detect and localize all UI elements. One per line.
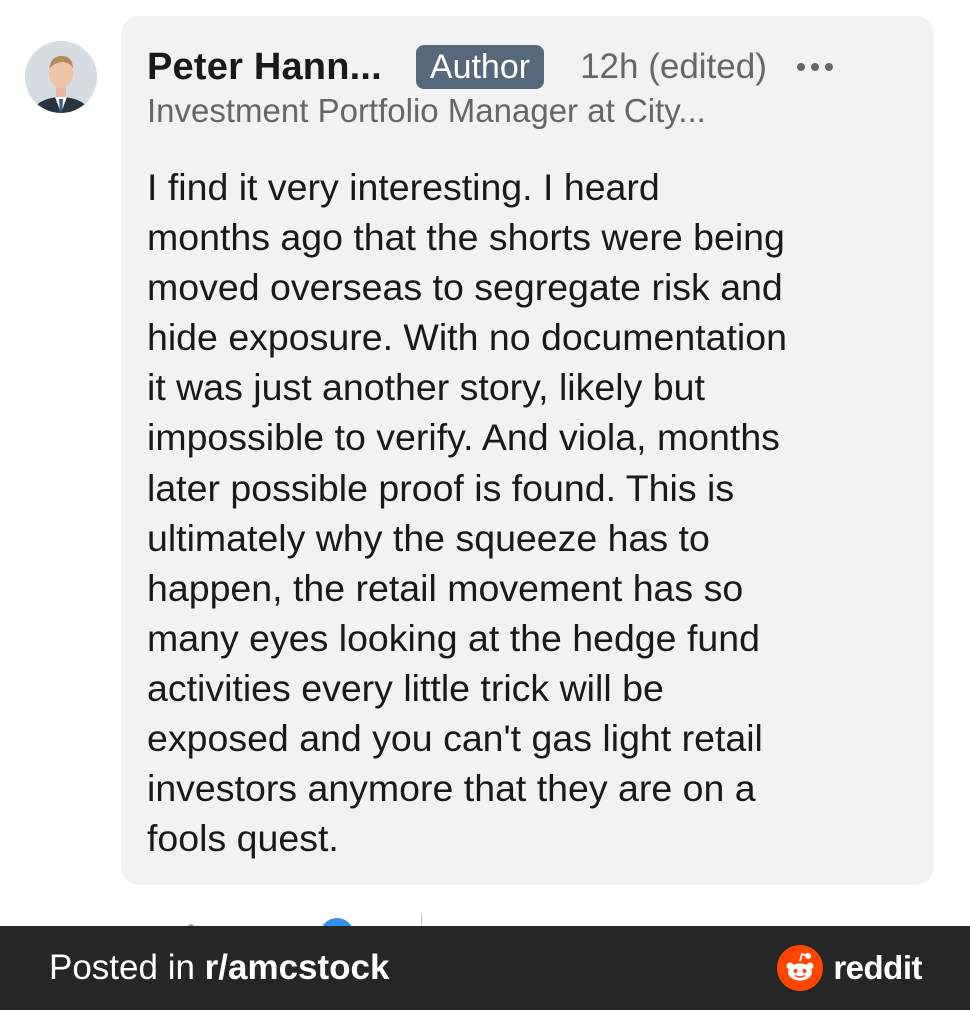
reddit-wordmark: reddit [833, 949, 922, 986]
avatar-portrait-icon [25, 41, 97, 113]
reddit-logo-icon [777, 945, 824, 991]
comment-actions-partial [0, 902, 970, 926]
reddit-footer-bar: Posted in r/amcstock reddit [0, 926, 970, 1010]
author-name[interactable]: Peter Hann... [147, 46, 382, 89]
comment-timestamp: 12h (edited) [580, 47, 767, 86]
subreddit-link[interactable]: r/amcstock [205, 948, 390, 987]
screenshot-page: Peter Hann... Author 12h (edited) Invest… [0, 0, 970, 1010]
more-options-button[interactable] [796, 52, 833, 82]
author-badge: Author [415, 45, 545, 89]
comment-header: Peter Hann... Author 12h (edited) [147, 44, 904, 90]
like-reaction-icon [320, 918, 354, 926]
posted-in-prefix: Posted in [49, 948, 205, 987]
reddit-brand[interactable]: reddit [777, 945, 922, 991]
action-divider [421, 914, 422, 926]
posted-in-label: Posted in r/amcstock [49, 926, 389, 1010]
comment-body: I find it very interesting. I heard mont… [147, 166, 787, 860]
more-horizontal-icon-dot [824, 63, 833, 71]
author-headline: Investment Portfolio Manager at City... [147, 92, 706, 129]
author-avatar[interactable] [25, 41, 97, 113]
more-horizontal-icon [796, 63, 805, 71]
more-horizontal-icon-dot [810, 63, 819, 71]
comment-bubble: Peter Hann... Author 12h (edited) Invest… [121, 16, 934, 885]
